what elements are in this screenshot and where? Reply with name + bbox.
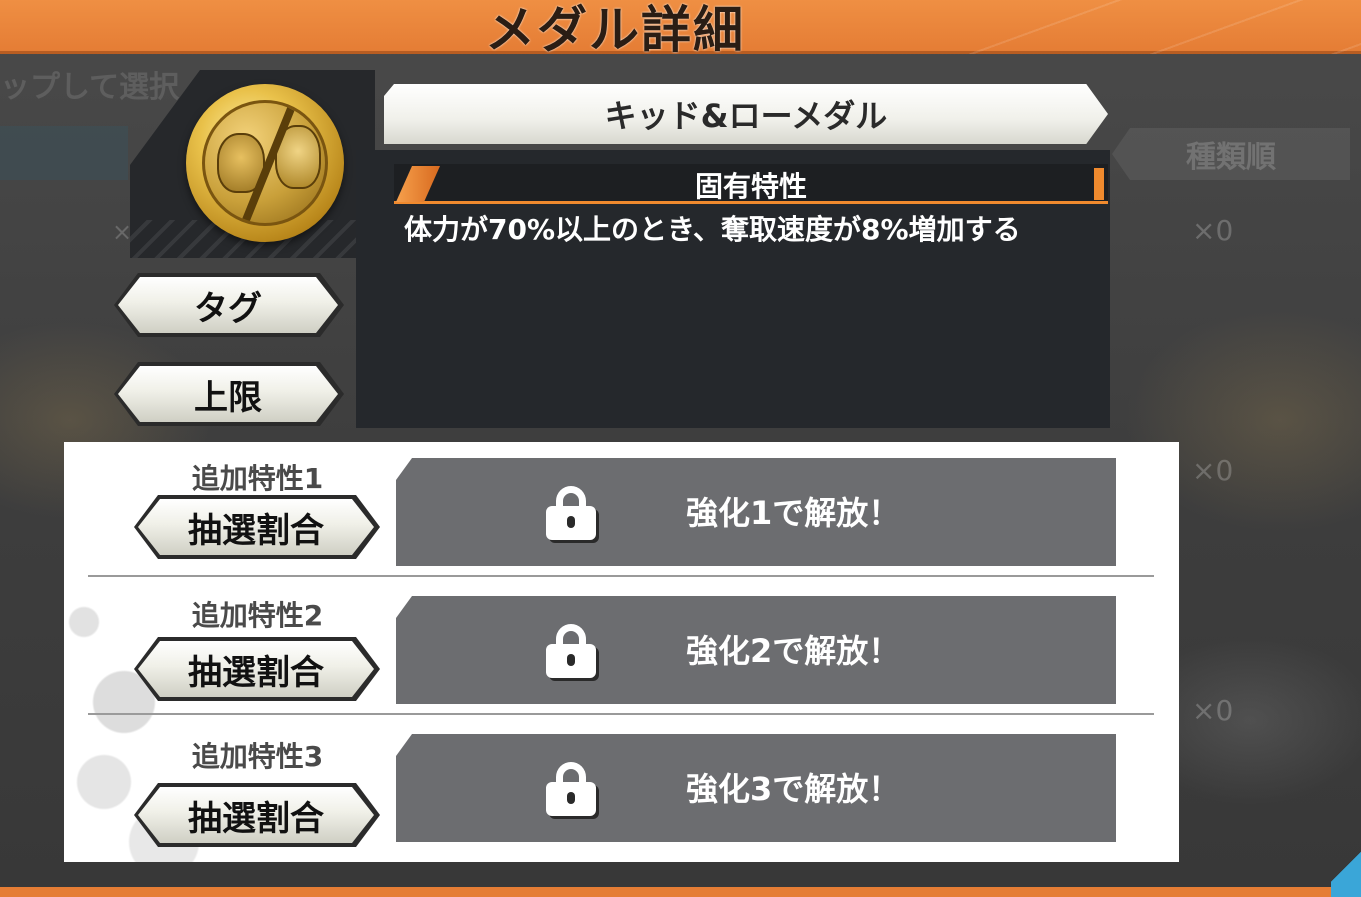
odds-button-3[interactable]: 抽選割合	[138, 787, 374, 843]
medal-face	[202, 100, 328, 226]
locked-trait-3: 強化3で解放！	[396, 734, 1116, 842]
locked-trait-1: 強化1で解放！	[396, 458, 1116, 566]
lock-icon	[546, 486, 598, 540]
background-count: ×0	[1192, 454, 1234, 487]
trait-divider	[88, 713, 1154, 715]
background-count-left: ×	[112, 218, 133, 246]
odds-button-2[interactable]: 抽選割合	[138, 641, 374, 697]
unique-trait-description: 体力が70%以上のとき、奪取速度が8%増加する	[404, 213, 1021, 246]
lock-icon	[546, 762, 598, 816]
background-sort-button: 種類順	[1112, 128, 1350, 180]
additional-trait-2-title: 追加特性2	[191, 599, 324, 632]
unlock-condition-3: 強化3で解放！	[686, 770, 901, 808]
trait-divider	[88, 575, 1154, 577]
bottom-corner-accent	[1331, 837, 1361, 897]
locked-trait-2: 強化2で解放！	[396, 596, 1116, 704]
lock-icon	[546, 624, 598, 678]
tag-button[interactable]: タグ	[118, 277, 338, 333]
unique-trait-label: 固有特性	[694, 170, 807, 203]
additional-trait-1-title: 追加特性1	[191, 462, 324, 495]
medal-name: キッド&ローメダル	[384, 84, 1108, 144]
unique-trait-header: 固有特性	[394, 164, 1108, 204]
background-count: ×0	[1192, 214, 1234, 247]
unlock-condition-2: 強化2で解放！	[686, 632, 901, 670]
odds-button-1[interactable]: 抽選割合	[138, 499, 374, 555]
title-bar: メダル詳細	[0, 0, 1361, 59]
medal-portrait-icon	[186, 84, 344, 242]
additional-trait-3-title: 追加特性3	[191, 740, 324, 773]
screen-title: メダル詳細	[485, 1, 745, 59]
limit-button[interactable]: 上限	[118, 366, 338, 422]
bottom-bar	[0, 887, 1361, 897]
background-count: ×0	[1192, 694, 1234, 727]
background-tab	[0, 126, 128, 180]
unlock-condition-1: 強化1で解放！	[686, 494, 901, 532]
background-hint-text: ップして選択	[0, 70, 180, 105]
